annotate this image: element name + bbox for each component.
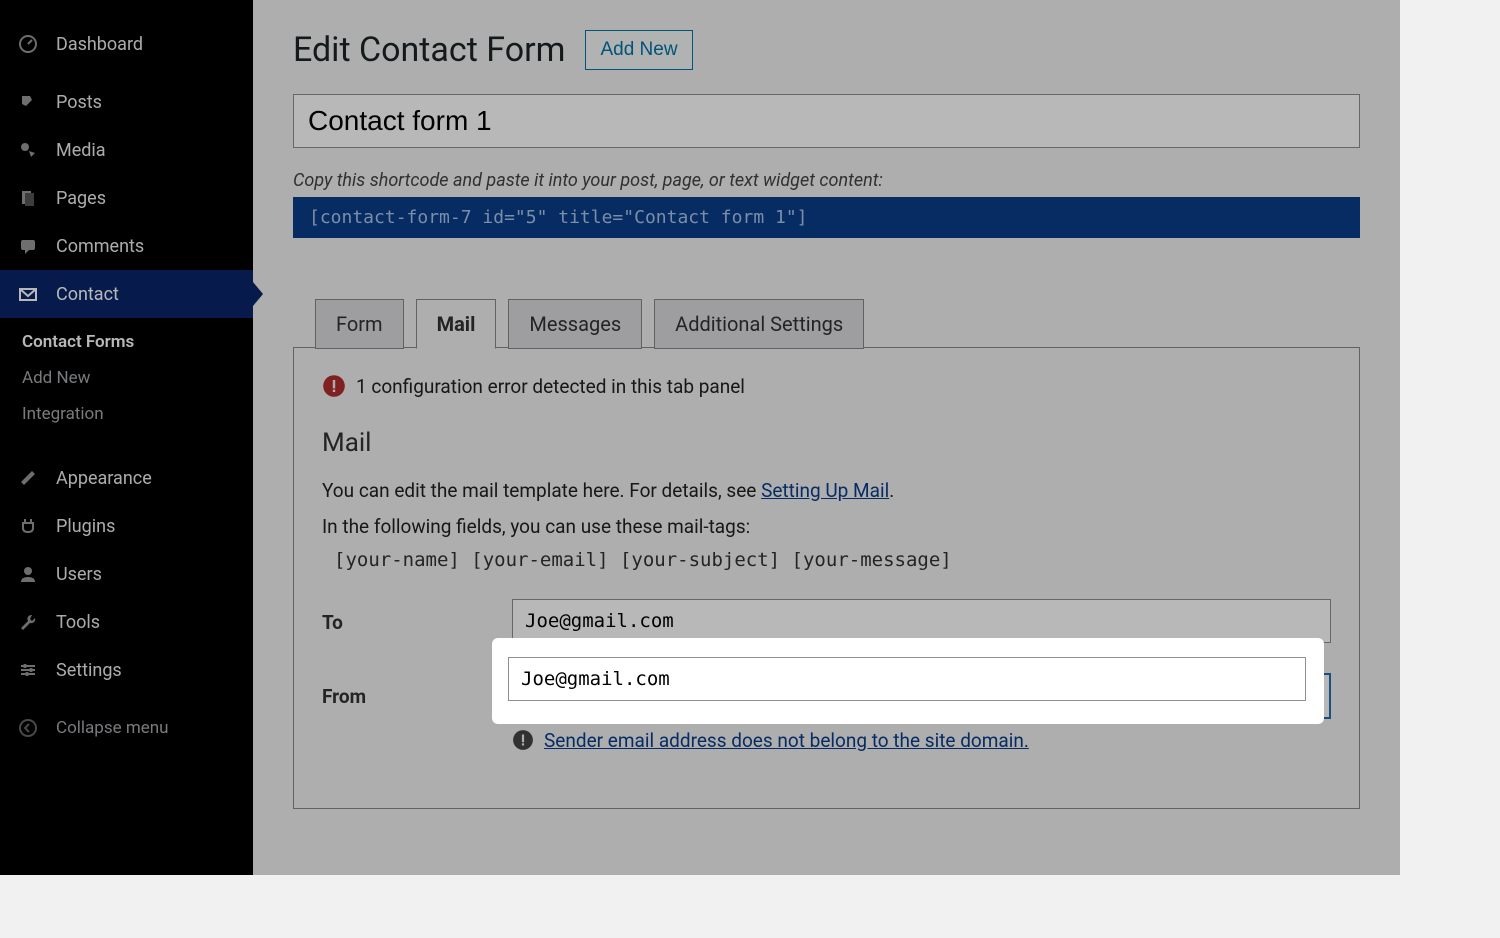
sidebar-item-pages[interactable]: Pages xyxy=(0,174,253,222)
sidebar-item-users[interactable]: Users xyxy=(0,550,253,598)
sidebar-label: Pages xyxy=(56,188,106,209)
plug-icon xyxy=(16,514,40,538)
wrench-icon xyxy=(16,610,40,634)
sidebar-item-appearance[interactable]: Appearance xyxy=(0,454,253,502)
error-icon xyxy=(322,374,346,398)
sidebar-subitem-contact-forms[interactable]: Contact Forms xyxy=(0,324,253,360)
to-label: To xyxy=(322,599,512,634)
sidebar-label: Tools xyxy=(56,612,100,633)
sidebar-label: Settings xyxy=(56,660,122,681)
collapse-icon xyxy=(16,716,40,740)
panel-desc-line2: In the following fields, you can use the… xyxy=(322,512,1331,542)
mail-panel: 1 configuration error detected in this t… xyxy=(293,347,1360,809)
admin-sidebar: Dashboard Posts Media Pages Comments Con… xyxy=(0,0,253,875)
user-icon xyxy=(16,562,40,586)
dashboard-icon xyxy=(16,32,40,56)
sidebar-item-settings[interactable]: Settings xyxy=(0,646,253,694)
sidebar-subitem-add-new[interactable]: Add New xyxy=(0,360,253,396)
main-content: Edit Contact Form Add New Copy this shor… xyxy=(253,0,1400,875)
sidebar-label: Media xyxy=(56,140,106,161)
sidebar-label: Appearance xyxy=(56,468,152,489)
field-row-to: To xyxy=(322,599,1331,643)
panel-desc-line1: You can edit the mail template here. For… xyxy=(322,476,1331,506)
sidebar-item-posts[interactable]: Posts xyxy=(0,78,253,126)
from-warning-link[interactable]: Sender email address does not belong to … xyxy=(544,729,1029,752)
pages-icon xyxy=(16,186,40,210)
from-label: From xyxy=(322,673,512,708)
sidebar-item-plugins[interactable]: Plugins xyxy=(0,502,253,550)
sidebar-label: Users xyxy=(56,564,102,585)
collapse-menu[interactable]: Collapse menu xyxy=(0,704,253,752)
sidebar-label: Plugins xyxy=(56,516,115,537)
sidebar-label: Dashboard xyxy=(56,34,143,55)
mail-tags: [your-name] [your-email] [your-subject] … xyxy=(334,549,1331,571)
tab-form[interactable]: Form xyxy=(315,299,404,349)
add-new-button[interactable]: Add New xyxy=(585,30,692,70)
page-title: Edit Contact Form xyxy=(293,30,565,70)
config-error-notice: 1 configuration error detected in this t… xyxy=(322,374,1331,398)
from-warning: Sender email address does not belong to … xyxy=(512,729,1331,752)
sidebar-label: Contact xyxy=(56,284,119,305)
sidebar-subitem-integration[interactable]: Integration xyxy=(0,396,253,432)
collapse-label: Collapse menu xyxy=(56,718,169,738)
warning-icon xyxy=(512,729,534,751)
to-input-highlighted xyxy=(508,657,1306,701)
config-error-text: 1 configuration error detected in this t… xyxy=(356,375,745,398)
sidebar-submenu: Contact Forms Add New Integration xyxy=(0,318,253,444)
shortcode-box[interactable]: [contact-form-7 id="5" title="Contact fo… xyxy=(293,197,1360,238)
sliders-icon xyxy=(16,658,40,682)
media-icon xyxy=(16,138,40,162)
shortcode-hint: Copy this shortcode and paste it into yo… xyxy=(293,170,1360,191)
sidebar-item-tools[interactable]: Tools xyxy=(0,598,253,646)
setting-up-mail-link[interactable]: Setting Up Mail xyxy=(761,479,889,502)
brush-icon xyxy=(16,466,40,490)
to-input-overlay[interactable] xyxy=(508,657,1306,701)
form-title-input[interactable] xyxy=(293,94,1360,148)
tabs: Form Mail Messages Additional Settings xyxy=(315,298,1360,348)
tab-additional-settings[interactable]: Additional Settings xyxy=(654,299,864,349)
sidebar-item-dashboard[interactable]: Dashboard xyxy=(0,20,253,68)
sidebar-item-comments[interactable]: Comments xyxy=(0,222,253,270)
tab-mail[interactable]: Mail xyxy=(416,299,497,349)
panel-heading: Mail xyxy=(322,428,1331,458)
comments-icon xyxy=(16,234,40,258)
tab-messages[interactable]: Messages xyxy=(508,299,642,349)
sidebar-label: Posts xyxy=(56,92,102,113)
to-input[interactable] xyxy=(512,599,1331,643)
envelope-icon xyxy=(16,282,40,306)
sidebar-label: Comments xyxy=(56,236,144,257)
sidebar-item-contact[interactable]: Contact xyxy=(0,270,253,318)
pin-icon xyxy=(16,90,40,114)
sidebar-item-media[interactable]: Media xyxy=(0,126,253,174)
